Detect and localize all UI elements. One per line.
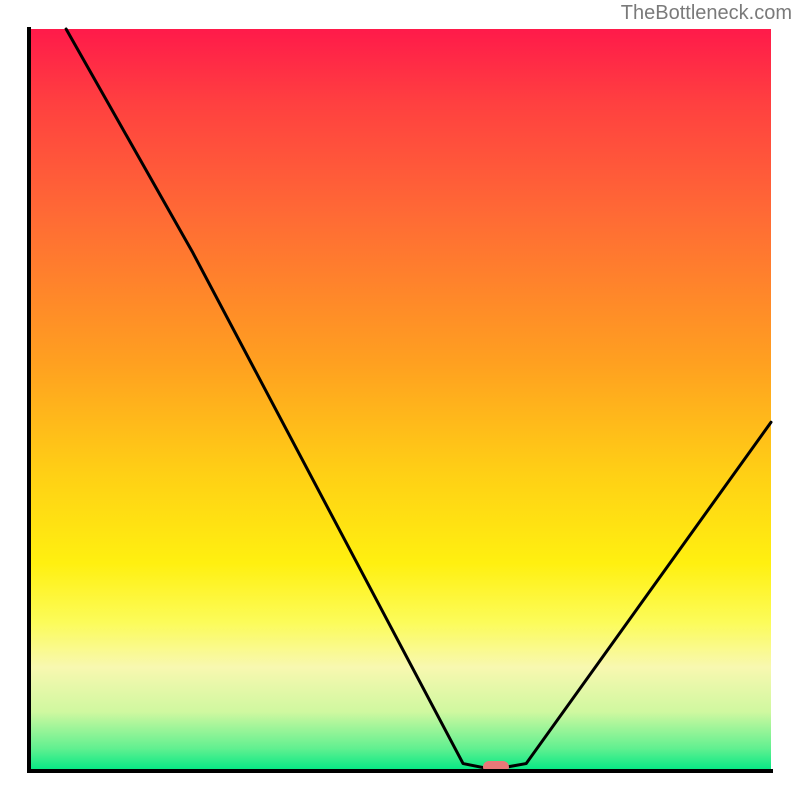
curve-layer [29, 29, 771, 771]
bottleneck-curve [66, 29, 771, 770]
x-axis [27, 769, 773, 773]
y-axis [27, 27, 31, 773]
watermark-text: TheBottleneck.com [621, 2, 792, 25]
bottleneck-chart: TheBottleneck.com [0, 0, 800, 800]
